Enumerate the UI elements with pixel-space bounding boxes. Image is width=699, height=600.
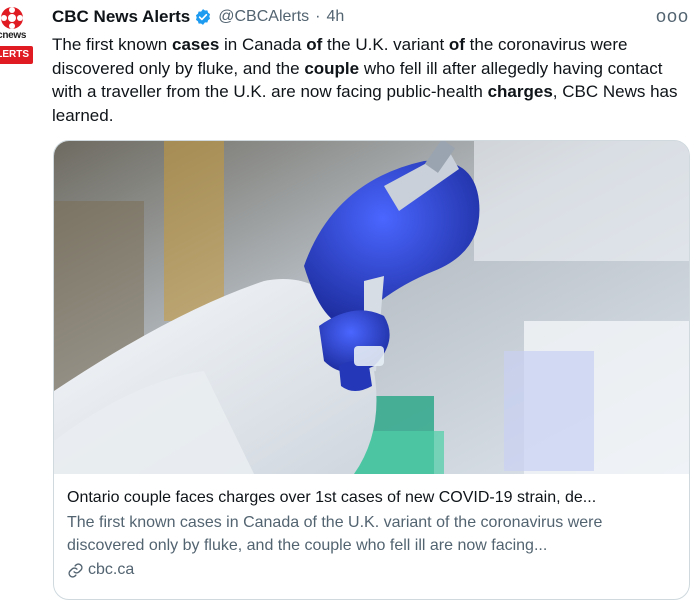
tweet-timestamp[interactable]: 4h: [327, 8, 345, 26]
tweet-text-highlight: couple: [304, 58, 360, 78]
link-preview-card[interactable]: Ontario couple faces charges over 1st ca…: [53, 140, 690, 600]
tweet-text-highlight: charges: [487, 82, 553, 101]
tweet-text-segment: in Canada: [219, 35, 307, 54]
tweet-text-highlight: of: [306, 35, 323, 54]
tweet-header: CBC News Alerts @CBCAlerts · 4h: [52, 6, 344, 28]
card-domain: cbc.ca: [88, 561, 135, 578]
tweet-text-segment: The first known: [52, 35, 172, 54]
tweet-text-highlight: cases: [172, 35, 220, 54]
tweet-text: The first known cases in Canada of the U…: [52, 33, 680, 127]
avatar-alerts-badge: ALERTS: [0, 46, 33, 64]
card-domain-link[interactable]: cbc.ca: [67, 561, 679, 579]
display-name[interactable]: CBC News Alerts: [52, 7, 190, 27]
cbc-gem-logo: [1, 7, 23, 29]
card-title[interactable]: Ontario couple faces charges over 1st ca…: [67, 487, 679, 508]
account-avatar[interactable]: cbcnews ALERTS: [0, 0, 34, 74]
more-options-icon[interactable]: ooo: [656, 6, 689, 27]
card-description: The first known cases in Canada of the U…: [67, 514, 603, 554]
separator-dot: ·: [315, 8, 321, 25]
link-icon: [68, 562, 83, 578]
lab-pipette-image: [54, 141, 689, 474]
tweet-text-segment: the U.K. variant: [322, 35, 449, 54]
avatar-news-text: cbcnews: [0, 30, 27, 41]
verified-badge-icon: [196, 9, 211, 25]
user-handle[interactable]: @CBCAlerts: [218, 8, 309, 26]
tweet-text-highlight: of: [448, 35, 465, 54]
card-text-block: Ontario couple faces charges over 1st ca…: [67, 487, 679, 579]
